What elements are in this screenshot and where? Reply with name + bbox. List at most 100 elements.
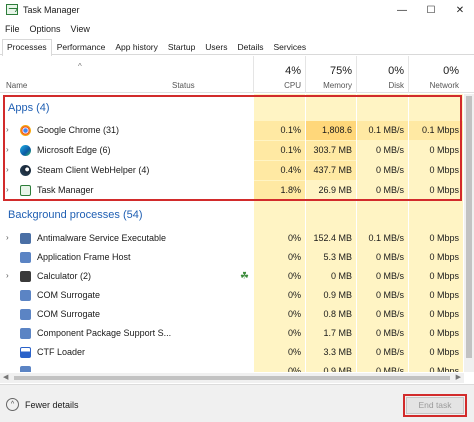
expand-chevron-icon[interactable]: › xyxy=(6,145,9,154)
process-name: COM Surrogate xyxy=(37,290,101,300)
process-name: Google Chrome (31) xyxy=(37,125,120,135)
expand-chevron-icon[interactable]: › xyxy=(6,165,9,174)
memory-cell: 0.8 MB xyxy=(323,309,352,319)
close-button[interactable]: ✕ xyxy=(446,0,474,20)
process-row[interactable]: COM Surrogate 0% 0.8 MB 0 MB/s 0 Mbps xyxy=(0,305,474,324)
cpu-cell: 0% xyxy=(287,309,301,319)
column-disk-header[interactable]: 0% Disk xyxy=(357,56,408,93)
tab-app-history[interactable]: App history xyxy=(110,39,163,54)
chevron-up-circle-icon[interactable]: ^ xyxy=(6,398,19,411)
chrome-icon xyxy=(20,125,31,136)
network-cell: 0 Mbps xyxy=(429,145,459,155)
memory-label: Memory xyxy=(323,81,352,90)
process-name: COM Surrogate xyxy=(37,309,101,319)
title-bar: Task Manager — ☐ ✕ xyxy=(0,0,474,20)
ctf-loader-icon xyxy=(20,347,31,358)
tab-users[interactable]: Users xyxy=(200,39,232,54)
tab-details[interactable]: Details xyxy=(233,39,269,54)
tab-performance[interactable]: Performance xyxy=(52,39,111,54)
process-row[interactable]: › Antimalware Service Executable 0% 152.… xyxy=(0,229,474,248)
scroll-right-icon[interactable]: ▶ xyxy=(456,373,461,381)
expand-chevron-icon[interactable]: › xyxy=(6,271,9,280)
process-name: Calculator (2) xyxy=(37,271,92,281)
memory-cell: 0.9 MB xyxy=(323,366,352,372)
window-title: Task Manager xyxy=(23,5,80,15)
window-app-icon xyxy=(20,252,31,263)
expand-chevron-icon[interactable]: › xyxy=(6,125,9,134)
disk-cell: 0 MB/s xyxy=(375,290,404,300)
tab-services[interactable]: Services xyxy=(268,39,311,54)
network-cell: 0 Mbps xyxy=(429,366,459,372)
process-row[interactable]: › Google Chrome (31) 0.1% 1,808.6 MB 0.1… xyxy=(0,121,474,154)
network-cell: 0 Mbps xyxy=(429,290,459,300)
process-name: Component Package Support S... xyxy=(37,328,172,338)
scroll-left-icon[interactable]: ◀ xyxy=(3,373,8,381)
horizontal-scrollbar[interactable]: ◀ ▶ xyxy=(0,373,464,383)
network-cell: 0 Mbps xyxy=(429,271,459,281)
disk-cell: 0.1 MB/s xyxy=(357,121,408,140)
column-name-header[interactable]: Name xyxy=(6,81,27,90)
process-row[interactable]: 0% 0.9 MB 0 MB/s 0 Mbps xyxy=(0,362,474,372)
menu-file[interactable]: File xyxy=(0,21,25,37)
disk-cell: 0 MB/s xyxy=(375,366,404,372)
expand-chevron-icon[interactable]: › xyxy=(6,185,9,194)
fewer-details-link[interactable]: Fewer details xyxy=(25,400,79,410)
tab-strip: Processes Performance App history Startu… xyxy=(0,39,474,56)
memory-cell: 1.7 MB xyxy=(323,328,352,338)
process-row[interactable]: Application Frame Host 0% 5.3 MB 0 MB/s … xyxy=(0,248,474,267)
disk-cell: 0 MB/s xyxy=(375,165,404,175)
disk-cell: 0 MB/s xyxy=(375,252,404,262)
process-row[interactable]: CTF Loader 0% 3.3 MB 0 MB/s 0 Mbps xyxy=(0,343,474,362)
tab-startup[interactable]: Startup xyxy=(163,39,200,54)
tab-processes[interactable]: Processes xyxy=(2,39,52,56)
cpu-total: 4% xyxy=(285,65,301,77)
cpu-cell: 0% xyxy=(287,271,301,281)
menu-bar: File Options View xyxy=(0,21,474,37)
edge-icon xyxy=(20,145,31,156)
footer-bar: ^ Fewer details End task xyxy=(0,384,474,422)
horizontal-scroll-thumb[interactable] xyxy=(14,376,450,380)
network-label: Network xyxy=(429,81,459,90)
disk-total: 0% xyxy=(388,65,404,77)
process-row[interactable]: › Steam Client WebHelper (4) 0.4% 437.7 … xyxy=(0,161,474,180)
disk-label: Disk xyxy=(388,81,404,90)
steam-icon xyxy=(20,165,31,176)
background-group-title[interactable]: Background processes (54) xyxy=(8,209,143,221)
column-memory-header[interactable]: 75% Memory xyxy=(306,56,356,93)
process-row[interactable]: › Microsoft Edge (6) 0.1% 303.7 MB 0 MB/… xyxy=(0,141,474,160)
column-status-header[interactable]: Status xyxy=(172,81,195,90)
expand-chevron-icon[interactable]: › xyxy=(6,233,9,242)
end-task-button[interactable]: End task xyxy=(406,397,464,414)
vertical-scrollbar[interactable] xyxy=(464,94,474,372)
process-list: Apps (4) › Google Chrome (31) 0.1% 1,808… xyxy=(0,94,474,372)
process-row[interactable]: Component Package Support S... 0% 1.7 MB… xyxy=(0,324,474,343)
task-manager-icon xyxy=(20,185,31,196)
apps-group-title[interactable]: Apps (4) xyxy=(8,102,50,114)
memory-cell: 0 MB xyxy=(330,271,352,281)
network-cell: 0 Mbps xyxy=(429,252,459,262)
column-cpu-header[interactable]: 4% CPU xyxy=(254,56,305,93)
minimize-button[interactable]: — xyxy=(388,0,416,20)
network-total: 0% xyxy=(443,65,459,77)
cpu-cell: 0.4% xyxy=(254,161,305,180)
memory-cell: 26.9 MB xyxy=(318,185,352,195)
process-row[interactable]: › Task Manager 1.8% 26.9 MB 0 MB/s 0 Mbp… xyxy=(0,181,474,200)
window-app-icon xyxy=(20,309,31,320)
cpu-cell: 0% xyxy=(287,366,301,372)
menu-view[interactable]: View xyxy=(66,21,95,37)
window-app-icon xyxy=(20,366,31,372)
memory-total: 75% xyxy=(329,65,352,77)
cpu-cell: 0% xyxy=(287,252,301,262)
process-row[interactable]: COM Surrogate 0% 0.9 MB 0 MB/s 0 Mbps xyxy=(0,286,474,305)
process-name: Steam Client WebHelper (4) xyxy=(37,165,150,175)
menu-options[interactable]: Options xyxy=(25,21,66,37)
network-cell: 0 Mbps xyxy=(429,185,459,195)
network-cell: 0 Mbps xyxy=(429,328,459,338)
disk-cell: 0 MB/s xyxy=(375,145,404,155)
disk-cell: 0 MB/s xyxy=(375,309,404,319)
cpu-cell: 0.1% xyxy=(254,141,305,160)
process-row[interactable]: › Calculator (2) ☘ 0% 0 MB 0 MB/s 0 Mbps xyxy=(0,267,474,286)
maximize-button[interactable]: ☐ xyxy=(417,0,445,20)
column-network-header[interactable]: 0% Network xyxy=(409,56,463,93)
vertical-scroll-thumb[interactable] xyxy=(466,96,472,358)
